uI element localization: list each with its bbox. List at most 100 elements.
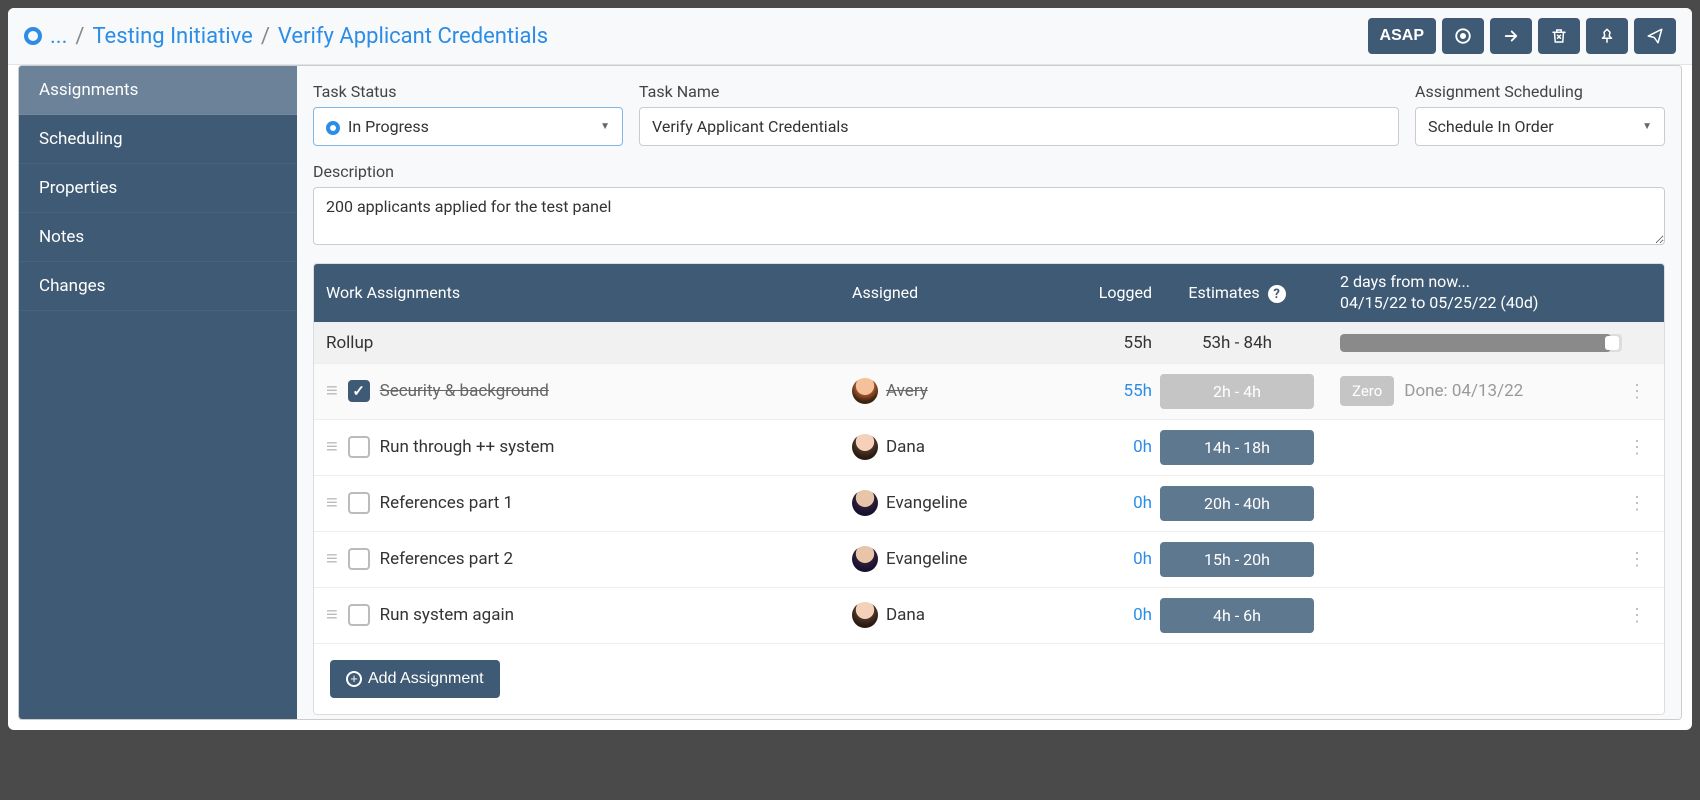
scheduling-value: Schedule In Order [1428,117,1554,136]
drag-handle-icon[interactable] [326,497,338,509]
send-button[interactable] [1634,18,1676,54]
drag-handle-icon[interactable] [326,441,338,453]
chevron-down-icon: ▼ [600,121,610,132]
plus-circle-icon: + [346,671,362,687]
main-panel: Task Status In Progress ▼ Task Name Assi… [297,66,1681,719]
arrow-right-icon [1502,27,1520,45]
sidebar: Assignments Scheduling Properties Notes … [19,66,297,719]
delete-button[interactable] [1538,18,1580,54]
assignment-row: Run through ++ system Dana 0h 14h - 18h … [314,419,1664,475]
pin-icon [1598,27,1616,45]
row-menu-icon[interactable]: ⋮ [1622,381,1652,402]
complete-checkbox[interactable] [348,548,370,570]
logged-hours[interactable]: 0h [1052,493,1152,513]
breadcrumb-separator: / [261,24,270,49]
avatar [852,490,878,516]
label-task-status: Task Status [313,82,623,101]
assignment-row: References part 2 Evangeline 0h 15h - 20… [314,531,1664,587]
label-description: Description [313,162,1665,181]
status-indicator-icon [326,121,340,135]
logged-hours[interactable]: 55h [1052,381,1152,401]
assignee-name[interactable]: Avery [886,381,928,401]
row-menu-icon[interactable]: ⋮ [1622,549,1652,570]
label-scheduling: Assignment Scheduling [1415,82,1665,101]
assignment-row: References part 1 Evangeline 0h 20h - 40… [314,475,1664,531]
assignment-name[interactable]: Run system again [380,605,514,625]
estimate-pill[interactable]: 14h - 18h [1160,430,1314,465]
assignments-table: Work Assignments Assigned Logged Estimat… [313,263,1665,715]
sidebar-item-properties[interactable]: Properties [19,164,297,213]
assignee-name[interactable]: Dana [886,437,925,457]
done-date: Done: 04/13/22 [1404,381,1523,401]
breadcrumb: ... / Testing Initiative / Verify Applic… [24,24,1368,49]
assignee-name[interactable]: Dana [886,605,925,625]
avatar [852,546,878,572]
assignment-name[interactable]: Run through ++ system [380,437,555,457]
row-menu-icon[interactable]: ⋮ [1622,605,1652,626]
add-assignment-button[interactable]: + Add Assignment [330,660,500,698]
estimate-pill[interactable]: 4h - 6h [1160,598,1314,633]
sidebar-item-scheduling[interactable]: Scheduling [19,115,297,164]
assignment-row: Security & background Avery 55h 2h - 4h … [314,363,1664,419]
logged-hours[interactable]: 0h [1052,605,1152,625]
field-description: Description 200 applicants applied for t… [313,162,1665,245]
breadcrumb-ellipsis[interactable]: ... [50,24,67,49]
status-value: In Progress [348,117,429,136]
breadcrumb-parent[interactable]: Testing Initiative [92,24,252,49]
status-ring-icon [24,27,42,45]
field-scheduling: Assignment Scheduling Schedule In Order … [1415,82,1665,146]
breadcrumb-current[interactable]: Verify Applicant Credentials [278,24,548,49]
zero-pill[interactable]: Zero [1340,376,1394,406]
timeline-range: 04/15/22 to 05/25/22 (40d) [1340,293,1622,314]
chevron-down-icon: ▼ [1642,121,1652,132]
complete-checkbox[interactable] [348,436,370,458]
assignee-name[interactable]: Evangeline [886,549,967,569]
select-task-status[interactable]: In Progress ▼ [313,107,623,146]
col-header-logged: Logged [1052,283,1152,302]
textarea-description[interactable]: 200 applicants applied for the test pane… [313,187,1665,245]
complete-checkbox[interactable] [348,492,370,514]
estimate-pill[interactable]: 2h - 4h [1160,374,1314,409]
pin-button[interactable] [1586,18,1628,54]
complete-checkbox[interactable] [348,380,370,402]
sidebar-item-assignments[interactable]: Assignments [19,66,297,115]
add-assignment-label: Add Assignment [368,670,484,688]
assignee-name[interactable]: Evangeline [886,493,967,513]
record-icon [1454,27,1472,45]
paper-plane-icon [1646,27,1664,45]
topbar: ... / Testing Initiative / Verify Applic… [8,8,1692,65]
estimate-pill[interactable]: 15h - 20h [1160,542,1314,577]
drag-handle-icon[interactable] [326,385,338,397]
estimate-pill[interactable]: 20h - 40h [1160,486,1314,521]
input-task-name[interactable] [639,107,1399,146]
sidebar-item-changes[interactable]: Changes [19,262,297,311]
row-menu-icon[interactable]: ⋮ [1622,493,1652,514]
field-task-name: Task Name [639,82,1399,146]
help-icon[interactable]: ? [1268,285,1286,303]
trash-icon [1550,27,1568,45]
logged-hours[interactable]: 0h [1052,549,1152,569]
assignment-name[interactable]: References part 2 [380,549,513,569]
body-area: Assignments Scheduling Properties Notes … [18,65,1682,720]
record-button[interactable] [1442,18,1484,54]
avatar [852,602,878,628]
rollup-bar[interactable] [1340,334,1622,352]
drag-handle-icon[interactable] [326,609,338,621]
complete-checkbox[interactable] [348,604,370,626]
rollup-row: Rollup 55h 53h - 84h [314,322,1664,363]
drag-handle-icon[interactable] [326,553,338,565]
logged-hours[interactable]: 0h [1052,437,1152,457]
field-task-status: Task Status In Progress ▼ [313,82,623,146]
rollup-label: Rollup [326,333,852,353]
select-scheduling[interactable]: Schedule In Order ▼ [1415,107,1665,146]
row-menu-icon[interactable]: ⋮ [1622,437,1652,458]
sidebar-item-notes[interactable]: Notes [19,213,297,262]
assignment-name[interactable]: References part 1 [380,493,513,513]
assignment-name[interactable]: Security & background [380,381,549,401]
label-task-name: Task Name [639,82,1399,101]
add-assignment-row: + Add Assignment [314,643,1664,714]
asap-button[interactable]: ASAP [1368,18,1436,54]
assignment-row: Run system again Dana 0h 4h - 6h ⋮ [314,587,1664,643]
toolbar-buttons: ASAP [1368,18,1676,54]
forward-button[interactable] [1490,18,1532,54]
